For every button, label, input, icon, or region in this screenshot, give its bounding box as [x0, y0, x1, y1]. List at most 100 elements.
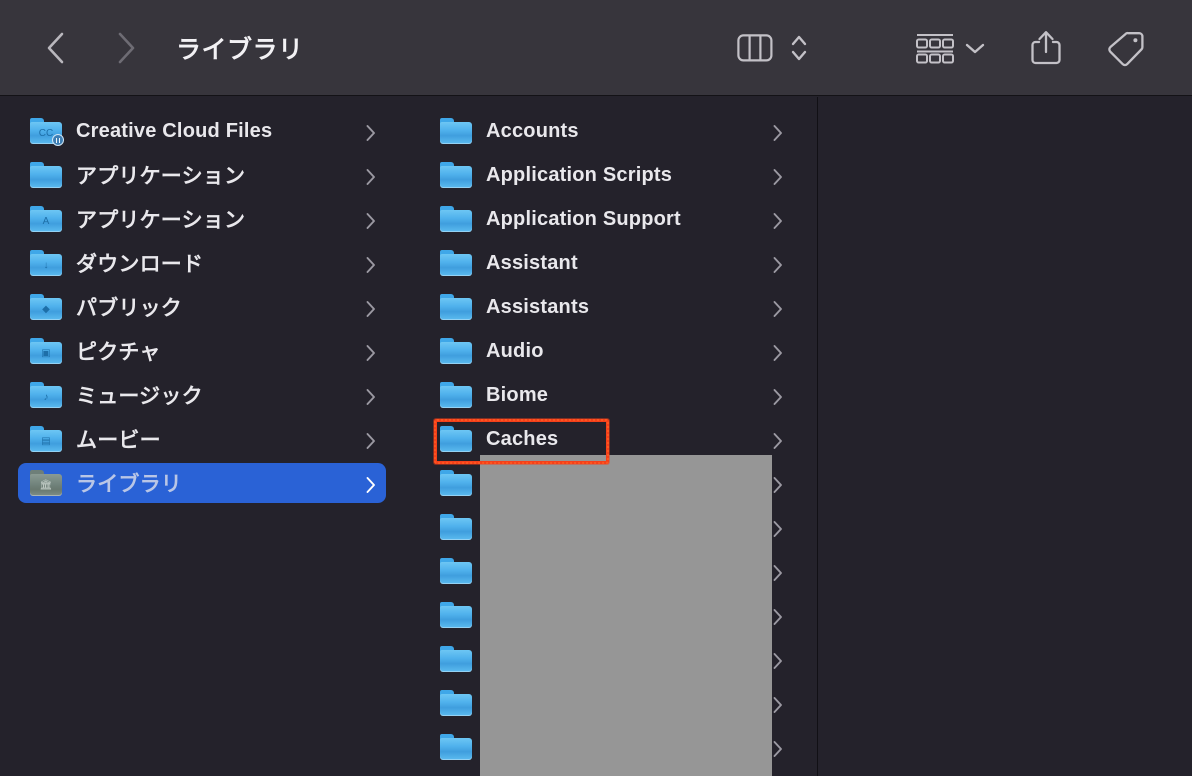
file-row-chevron[interactable] — [771, 300, 785, 314]
folder-icon-wrap — [30, 162, 62, 188]
disclosure-chevron-icon — [771, 168, 785, 186]
plain-folder-icon — [440, 294, 472, 320]
disclosure-chevron-icon — [364, 256, 378, 274]
forward-chevron-icon — [115, 31, 137, 65]
file-row-chevron[interactable] — [771, 212, 785, 226]
sidebar-item[interactable]: ♪ミュージック — [0, 373, 406, 417]
file-row-chevron[interactable] — [771, 432, 785, 446]
folder-icon-wrap: ▤ — [30, 426, 62, 452]
column-two-preview — [818, 97, 1192, 776]
sidebar-item-chevron[interactable] — [364, 388, 378, 402]
plain-folder-icon — [440, 690, 472, 716]
library-folder-icon: 🏛 — [30, 470, 62, 496]
sidebar-item[interactable]: ◆パブリック — [0, 285, 406, 329]
file-list-row[interactable]: Accounts — [408, 109, 817, 153]
file-row-chevron[interactable] — [771, 608, 785, 622]
movies-folder-icon: ▤ — [30, 426, 62, 452]
column-view-button[interactable] — [735, 22, 775, 74]
share-button[interactable] — [1026, 22, 1066, 74]
redaction-overlay — [480, 455, 772, 776]
file-row-chevron[interactable] — [771, 652, 785, 666]
plain-folder-icon — [440, 514, 472, 540]
plain-folder-icon — [30, 162, 62, 188]
column-view-icon — [737, 33, 773, 63]
file-row-chevron[interactable] — [771, 124, 785, 138]
folder-icon-wrap — [440, 646, 472, 672]
plain-folder-icon — [440, 118, 472, 144]
sidebar-item-chevron[interactable] — [364, 168, 378, 182]
sidebar-item-chevron[interactable] — [364, 344, 378, 358]
sidebar-item-chevron[interactable] — [364, 256, 378, 270]
sidebar-item-chevron[interactable] — [364, 124, 378, 138]
disclosure-chevron-icon — [771, 256, 785, 274]
sidebar-item-chevron[interactable] — [364, 300, 378, 314]
finder-window: ライブラリ — [0, 0, 1192, 776]
file-list-row[interactable]: Application Scripts — [408, 153, 817, 197]
row-highlight — [420, 375, 797, 415]
folder-emblem: ◆ — [39, 304, 53, 316]
file-row-chevron[interactable] — [771, 520, 785, 534]
file-row-chevron[interactable] — [771, 696, 785, 710]
row-highlight — [420, 331, 797, 371]
file-row-chevron[interactable] — [771, 256, 785, 270]
file-list-row[interactable]: Audio — [408, 329, 817, 373]
file-list-row[interactable]: Assistant — [408, 241, 817, 285]
row-highlight — [18, 287, 386, 327]
folder-icon-wrap — [440, 426, 472, 452]
creative-cloud-folder-icon: CC — [30, 118, 62, 144]
folder-icon-wrap — [440, 514, 472, 540]
folder-icon-wrap — [440, 470, 472, 496]
folder-icon-wrap — [440, 602, 472, 628]
sidebar-item-selected[interactable]: 🏛ライブラリ — [0, 461, 406, 505]
file-name-label: Application Scripts — [486, 164, 672, 187]
file-list-row[interactable]: Biome — [408, 373, 817, 417]
sidebar-item[interactable]: CCCreative Cloud Files — [0, 109, 406, 153]
sidebar-item-chevron[interactable] — [364, 212, 378, 226]
view-stepper-button[interactable] — [786, 22, 812, 74]
sidebar-item-label: ピクチャ — [76, 336, 161, 366]
disclosure-chevron-icon — [771, 564, 785, 582]
disclosure-chevron-icon — [771, 476, 785, 494]
sidebar-item[interactable]: ↓ダウンロード — [0, 241, 406, 285]
file-list-row[interactable]: Assistants — [408, 285, 817, 329]
public-folder-icon: ◆ — [30, 294, 62, 320]
group-by-menu-button[interactable] — [962, 22, 988, 74]
page-title: ライブラリ — [176, 0, 304, 96]
sidebar-item-label: アプリケーション — [76, 160, 245, 190]
file-row-chevron[interactable] — [771, 564, 785, 578]
folder-icon-wrap: 🏛 — [30, 470, 62, 496]
sidebar-item-chevron[interactable] — [364, 476, 378, 490]
file-list-row[interactable]: Application Support — [408, 197, 817, 241]
plain-folder-icon — [440, 206, 472, 232]
sidebar-item[interactable]: アプリケーション — [0, 153, 406, 197]
group-by-button[interactable] — [914, 22, 956, 74]
file-row-chevron[interactable] — [771, 740, 785, 754]
forward-button[interactable] — [104, 22, 148, 74]
sidebar-item-chevron[interactable] — [364, 432, 378, 446]
disclosure-chevron-icon — [364, 476, 378, 494]
plain-folder-icon — [440, 426, 472, 452]
disclosure-chevron-icon — [771, 696, 785, 714]
row-highlight — [420, 419, 797, 459]
disclosure-chevron-icon — [364, 432, 378, 450]
tag-icon — [1106, 29, 1146, 67]
back-button[interactable] — [34, 22, 78, 74]
disclosure-chevron-icon — [364, 300, 378, 318]
file-row-chevron[interactable] — [771, 344, 785, 358]
file-name-label: Assistants — [486, 296, 589, 319]
chevron-down-icon — [964, 40, 986, 56]
file-row-chevron[interactable] — [771, 476, 785, 490]
file-name-label: Biome — [486, 384, 548, 407]
row-highlight — [420, 287, 797, 327]
file-row-chevron[interactable] — [771, 168, 785, 182]
sidebar-item[interactable]: ▣ ピクチャ — [0, 329, 406, 373]
disclosure-chevron-icon — [364, 388, 378, 406]
folder-icon-wrap: CC — [30, 118, 62, 144]
disclosure-chevron-icon — [364, 168, 378, 186]
file-row-chevron[interactable] — [771, 388, 785, 402]
tag-button[interactable] — [1104, 22, 1148, 74]
sidebar-item[interactable]: ▤ムービー — [0, 417, 406, 461]
folder-icon-wrap: ▣ — [30, 338, 62, 364]
row-highlight — [420, 243, 797, 283]
sidebar-item[interactable]: Aアプリケーション — [0, 197, 406, 241]
